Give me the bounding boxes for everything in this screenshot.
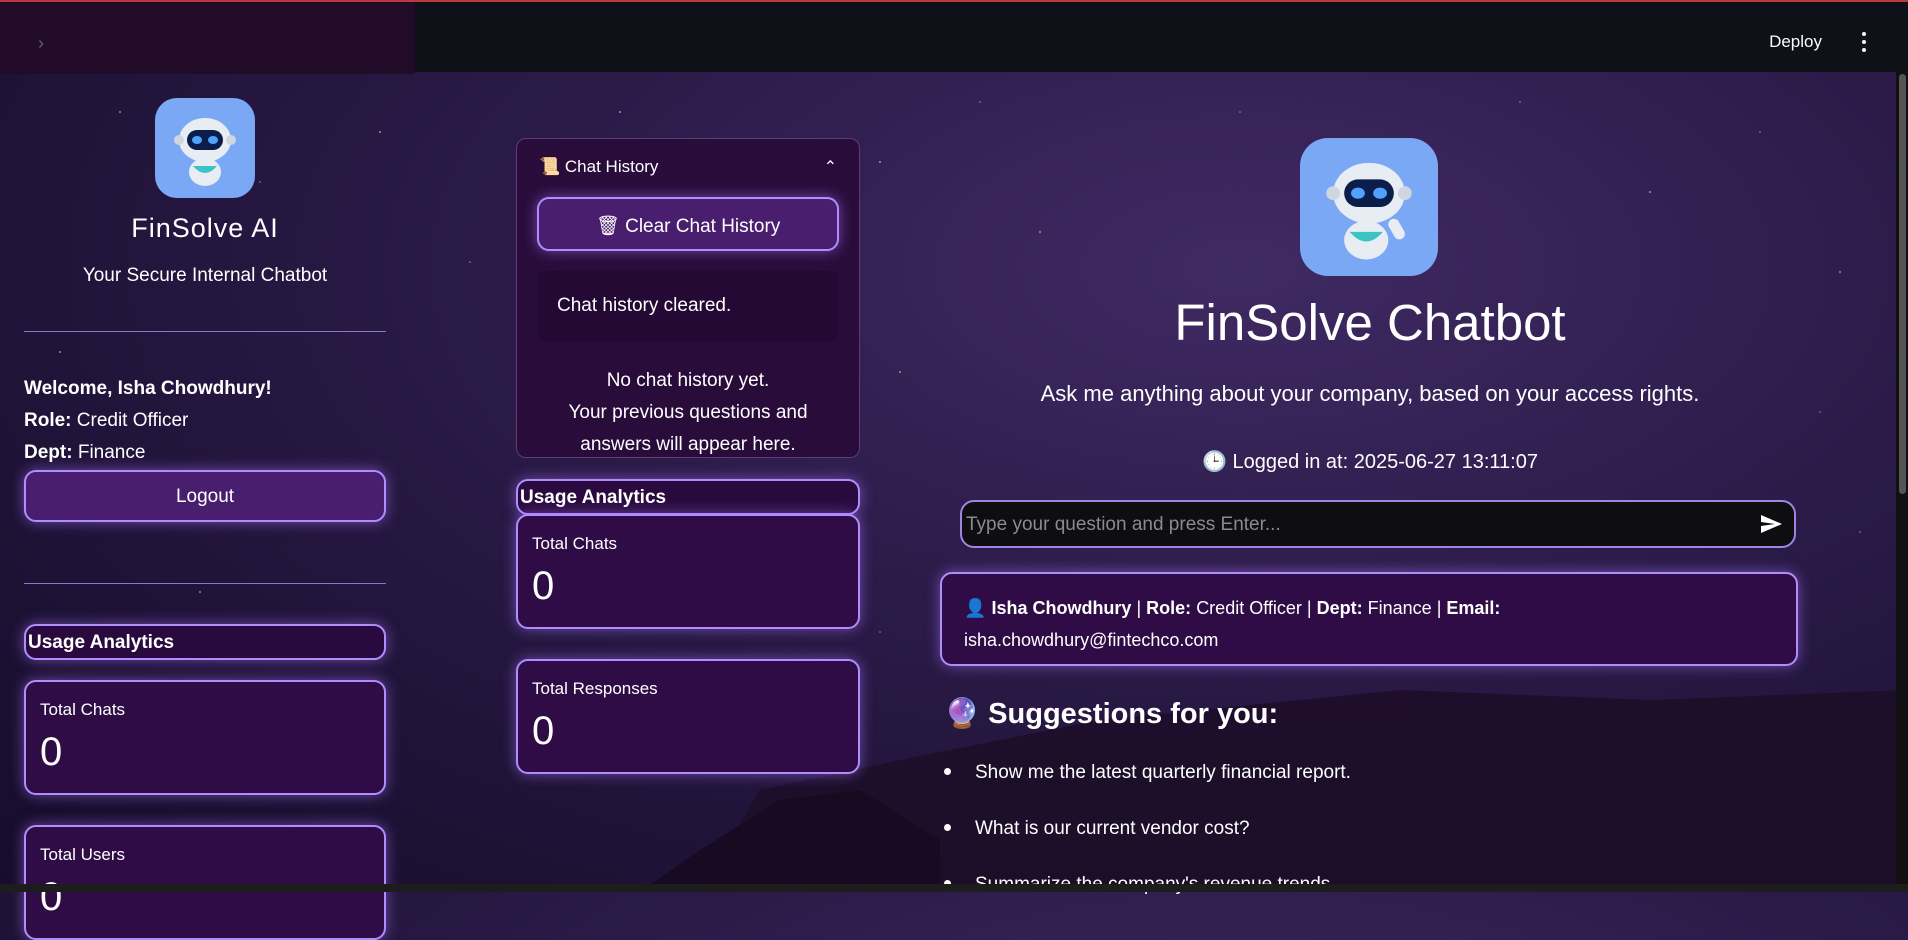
window-bottom-edge [0, 884, 1908, 892]
metric-card: Total Chats 0 [516, 514, 860, 629]
chat-input-box [960, 500, 1796, 548]
sidebar-tagline: Your Secure Internal Chatbot [82, 265, 328, 286]
robot-logo [1300, 138, 1438, 276]
user-info-card: 👤 Isha Chowdhury | Role: Credit Officer … [940, 572, 1798, 666]
robot-avatar [155, 98, 255, 198]
usage-analytics-header: Usage Analytics [516, 479, 860, 515]
scrollbar-thumb[interactable] [1899, 74, 1906, 494]
crystal-ball-icon: 🔮 [944, 698, 981, 730]
clear-chat-history-button[interactable]: 🗑 Clear Chat History [537, 197, 839, 251]
welcome-text: Welcome, Isha Chowdhury! [24, 378, 272, 399]
sidebar-app-name: FinSolve AI [131, 213, 279, 243]
more-options-icon[interactable] [1862, 32, 1868, 52]
chat-input[interactable] [964, 510, 1728, 540]
clock-icon: 🕒 [1202, 451, 1227, 473]
suggestion-item[interactable]: Show me the latest quarterly financial r… [944, 762, 1351, 784]
chevron-up-icon[interactable]: ⌃ [824, 157, 837, 177]
deploy-button[interactable]: Deploy [1769, 32, 1822, 52]
user-icon: 👤 [964, 598, 987, 618]
chat-history-header[interactable]: 📜 Chat History [539, 157, 658, 177]
page-title: FinSolve Chatbot [1174, 294, 1566, 351]
sidebar-header: › [0, 2, 415, 74]
user-email: isha.chowdhury@fintechco.com [964, 630, 1219, 650]
logout-button[interactable]: Logout [24, 470, 386, 522]
dept-line: Dept: Finance [24, 442, 146, 463]
metric-card: Total Users 0 [24, 825, 386, 940]
login-timestamp: 🕒 Logged in at: 2025-06-27 13:11:07 [1202, 451, 1538, 473]
top-app-bar: › Deploy [0, 0, 1908, 74]
divider [24, 583, 386, 584]
suggestions-heading: 🔮 Suggestions for you: [944, 698, 1279, 730]
empty-history-text: No chat history yet. Your previous quest… [568, 370, 808, 455]
info-message: Chat history cleared. [537, 271, 839, 341]
chat-history-expander: 📜 Chat History ⌃ 🗑 Clear Chat History Ch… [516, 138, 860, 458]
metric-card: Total Chats 0 [24, 680, 386, 795]
trash-icon: 🗑 [595, 216, 620, 237]
chevron-right-icon[interactable]: › [38, 34, 52, 52]
scroll-icon: 📜 [539, 157, 561, 176]
suggestion-item[interactable]: What is our current vendor cost? [944, 818, 1250, 840]
divider [24, 331, 386, 332]
page-subtitle: Ask me anything about your company, base… [1040, 381, 1700, 406]
metric-card: Total Responses 0 [516, 659, 860, 774]
role-line: Role: Credit Officer [24, 410, 189, 431]
usage-analytics-header: Usage Analytics [24, 624, 386, 660]
send-icon[interactable] [1758, 512, 1784, 536]
